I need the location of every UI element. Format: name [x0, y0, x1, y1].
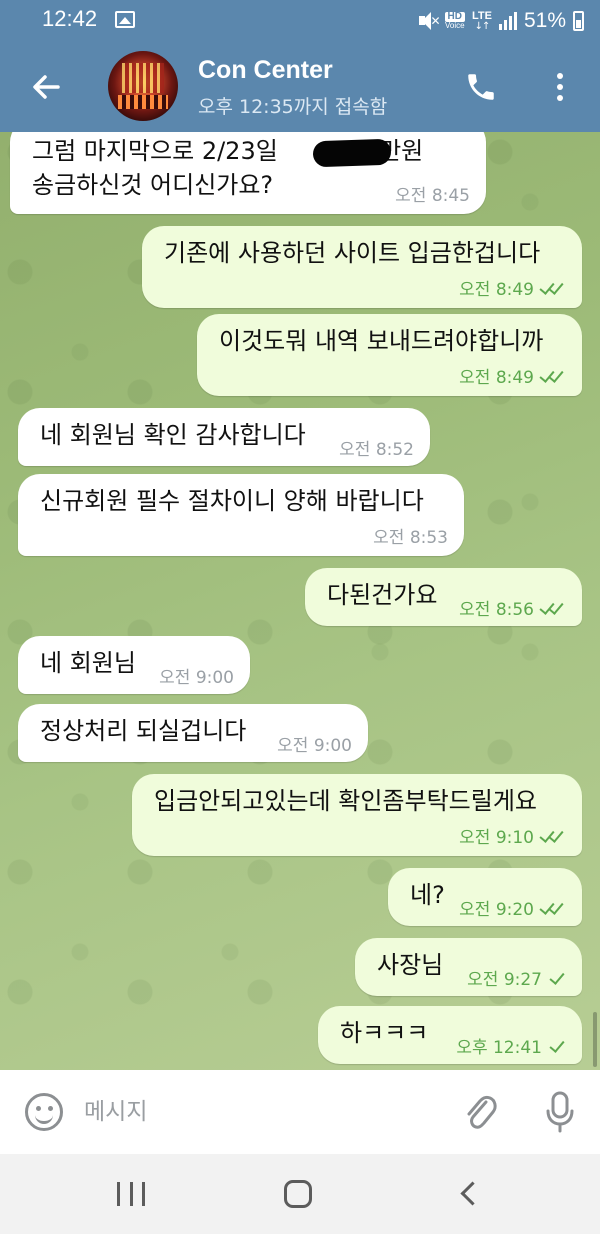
message-meta: 오전 8:56 — [459, 595, 566, 620]
back-arrow-icon[interactable] — [28, 67, 64, 107]
message-time: 오전 9:20 — [459, 900, 534, 920]
last-seen-status: 오후 12:35까지 접속함 — [198, 96, 388, 118]
message-time: 오전 9:00 — [277, 736, 352, 756]
chat-header: Con Center 오후 12:35까지 접속함 — [0, 42, 600, 132]
message-text-line: 그럼 마지막으로 2/23일 — [32, 137, 278, 165]
voice-label: Voice — [444, 21, 465, 30]
message-outgoing[interactable]: 사장님 오전 9:27 — [355, 938, 582, 996]
paperclip-icon[interactable] — [462, 1090, 498, 1134]
battery-percent: 51% — [523, 9, 566, 32]
redaction-mark — [312, 138, 392, 168]
message-meta: 오전 9:00 — [159, 663, 234, 688]
back-chevron-icon[interactable] — [458, 1182, 478, 1206]
scrollbar[interactable] — [593, 1012, 597, 1067]
message-text: 네 회원님 확인 감사합니다 — [40, 421, 306, 449]
message-time: 오전 8:56 — [459, 600, 534, 620]
message-time: 오전 8:53 — [373, 528, 448, 548]
chat-title[interactable]: Con Center — [198, 56, 333, 85]
message-incoming[interactable]: 정상처리 되실겁니다 오전 9:00 — [18, 704, 368, 762]
message-outgoing[interactable]: 다된건가요 오전 8:56 — [305, 568, 582, 626]
message-text-line: 송금하신것 어디신가요? — [32, 171, 274, 199]
message-time: 오전 8:45 — [395, 186, 470, 206]
message-outgoing[interactable]: 기존에 사용하던 사이트 입금한겁니다 오전 8:49 — [142, 226, 582, 308]
message-text: 이것도뭐 내역 보내드려야합니까 — [219, 327, 544, 355]
hd-voice-icon: HD Voice — [444, 12, 465, 30]
double-check-icon — [540, 600, 566, 616]
message-time: 오전 9:10 — [459, 828, 534, 848]
microphone-icon[interactable] — [542, 1090, 578, 1134]
message-outgoing[interactable]: 네? 오전 9:20 — [388, 868, 582, 926]
message-meta: 오후 12:41 — [456, 1033, 566, 1058]
network-label: LTE — [472, 9, 492, 22]
message-text: 신규회원 필수 절차이니 양해 바랍니다 — [40, 487, 424, 515]
message-list[interactable]: 그럼 마지막으로 2/23일 0만원 송금하신것 어디신가요? 오전 8:45 기… — [0, 132, 600, 1070]
phone-icon[interactable] — [464, 70, 498, 104]
double-check-icon — [540, 900, 566, 916]
message-incoming[interactable]: 네 회원님 오전 9:00 — [18, 636, 250, 694]
message-time: 오전 8:49 — [459, 280, 534, 300]
status-indicators: ✕ HD Voice LTE ↓↑ 51% — [418, 6, 584, 36]
check-icon — [548, 1038, 566, 1054]
message-text: 정상처리 되실겁니다 — [40, 717, 247, 745]
message-time: 오후 12:41 — [456, 1038, 542, 1058]
recents-icon[interactable] — [117, 1182, 145, 1206]
message-time: 오전 9:00 — [159, 668, 234, 688]
message-meta: 오전 8:45 — [395, 181, 470, 206]
double-check-icon — [540, 828, 566, 844]
message-meta: 오전 9:00 — [277, 731, 352, 756]
message-time: 오전 9:27 — [467, 970, 542, 990]
message-meta: 오전 8:52 — [339, 435, 414, 460]
message-input[interactable] — [84, 1092, 434, 1132]
check-icon — [548, 970, 566, 986]
message-outgoing[interactable]: 하ㅋㅋㅋ 오후 12:41 — [318, 1006, 582, 1064]
message-text: 다된건가요 — [327, 581, 438, 609]
message-text: 입금안되고있는데 확인좀부탁드릴게요 — [154, 787, 537, 815]
message-outgoing[interactable]: 입금안되고있는데 확인좀부탁드릴게요 오전 9:10 — [132, 774, 582, 856]
emoji-icon[interactable] — [25, 1093, 63, 1131]
message-incoming[interactable]: 신규회원 필수 절차이니 양해 바랍니다 오전 8:53 — [18, 474, 464, 556]
message-meta: 오전 9:27 — [467, 965, 566, 990]
message-meta: 오전 8:49 — [459, 275, 566, 300]
message-outgoing[interactable]: 이것도뭐 내역 보내드려야합니까 오전 8:49 — [197, 314, 582, 396]
composer-bar — [0, 1070, 600, 1154]
message-meta: 오전 9:20 — [459, 895, 566, 920]
message-text: 네 회원님 — [40, 649, 136, 677]
gallery-icon — [115, 11, 135, 28]
message-meta: 오전 8:53 — [373, 523, 448, 548]
more-vert-icon[interactable] — [548, 69, 572, 105]
message-incoming[interactable]: 그럼 마지막으로 2/23일 0만원 송금하신것 어디신가요? 오전 8:45 — [10, 132, 486, 214]
message-meta: 오전 9:10 — [459, 823, 566, 848]
double-check-icon — [540, 280, 566, 296]
home-icon[interactable] — [284, 1180, 312, 1208]
message-time: 오전 8:49 — [459, 368, 534, 388]
avatar[interactable] — [108, 51, 178, 121]
double-check-icon — [540, 368, 566, 384]
system-nav-bar — [0, 1154, 600, 1234]
message-text: 기존에 사용하던 사이트 입금한겁니다 — [164, 239, 541, 267]
message-text: 네? — [410, 881, 445, 909]
message-meta: 오전 8:49 — [459, 363, 566, 388]
signal-icon — [498, 12, 517, 30]
message-text: 하ㅋㅋㅋ — [340, 1019, 429, 1047]
mute-icon: ✕ — [418, 11, 441, 31]
message-text: 사장님 — [377, 951, 444, 979]
message-incoming[interactable]: 네 회원님 확인 감사합니다 오전 8:52 — [18, 408, 430, 466]
message-time: 오전 8:52 — [339, 440, 414, 460]
status-bar: 12:42 ✕ HD Voice LTE ↓↑ 51% — [0, 0, 600, 42]
status-time: 12:42 — [42, 6, 98, 31]
lte-icon: LTE ↓↑ — [472, 9, 492, 32]
battery-icon — [573, 11, 584, 31]
